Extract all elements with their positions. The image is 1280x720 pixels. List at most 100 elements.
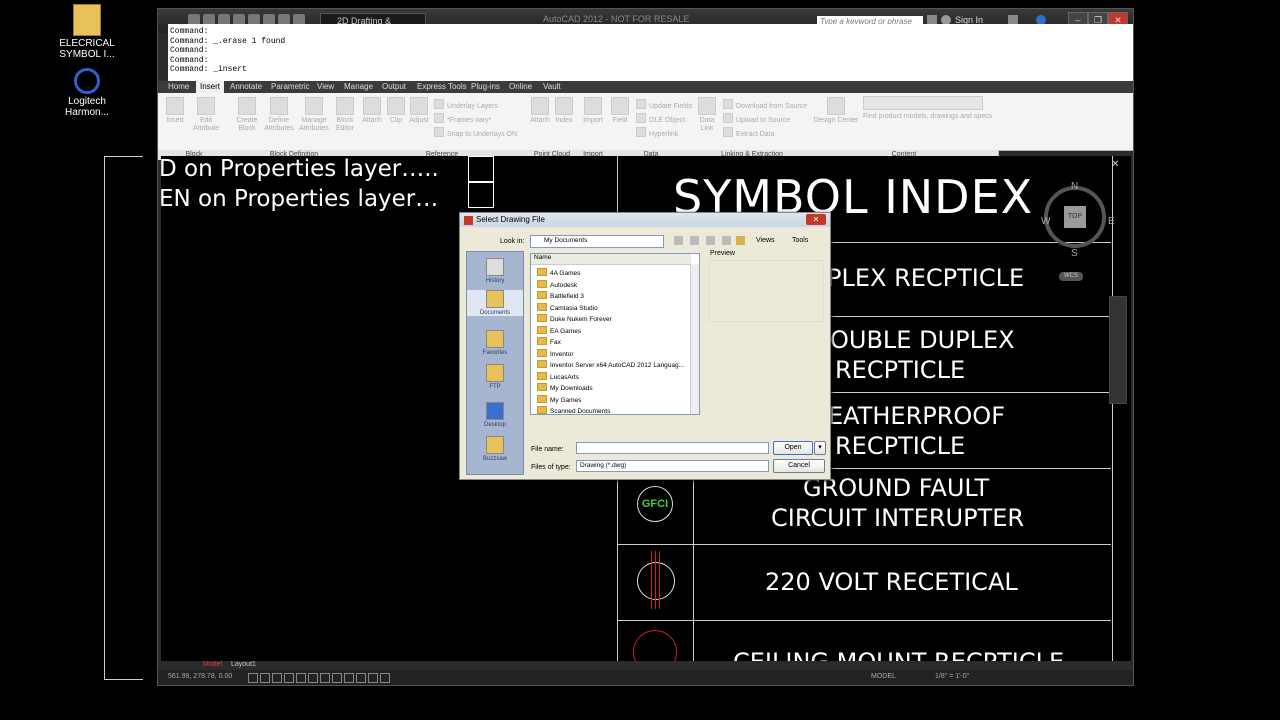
tools-menu[interactable]: Tools [792, 237, 808, 244]
file-list[interactable]: Name 4A Games Autodesk Battlefield 3 Cam… [530, 253, 700, 415]
grid-icon[interactable] [260, 673, 270, 683]
button-label: Index [555, 117, 573, 124]
name-column-header[interactable]: Name [531, 254, 691, 265]
list-item[interactable]: Fax [537, 337, 561, 346]
lwt-icon[interactable] [344, 673, 354, 683]
tab-insert[interactable]: Insert [196, 81, 225, 93]
download-source-button[interactable]: Download from Source [723, 99, 807, 110]
vertical-scrollbar[interactable] [690, 264, 699, 414]
open-options-arrow[interactable]: ▾ [814, 441, 826, 455]
list-item[interactable]: My Games [537, 395, 581, 404]
qp-icon[interactable] [368, 673, 378, 683]
viewport-close-icon[interactable]: ✕ [1111, 159, 1119, 170]
command-line[interactable]: Command: Command: _.erase 1 found Comman… [168, 24, 1133, 81]
otrack-icon[interactable] [308, 673, 318, 683]
field-button[interactable]: Field [610, 97, 630, 125]
update-fields-button[interactable]: Update Fields [636, 99, 692, 110]
place-desktop[interactable]: Desktop [467, 402, 523, 428]
list-item[interactable]: Duke Nukem Forever [537, 314, 612, 323]
back-icon[interactable] [674, 236, 683, 245]
autocad-icon [464, 216, 473, 225]
sc-icon[interactable] [380, 673, 390, 683]
list-item[interactable]: EA Games [537, 326, 581, 335]
search-web-icon[interactable] [706, 236, 715, 245]
desktop-icon-electrical-symbol[interactable]: ELECRICAL SYMBOL I... [52, 4, 122, 60]
import-button[interactable]: Import [581, 97, 605, 125]
dyn-icon[interactable] [332, 673, 342, 683]
place-favorites[interactable]: Favorites [467, 330, 523, 356]
annotation-scale[interactable]: 1/8" = 1'-0" [935, 673, 969, 680]
tab-output[interactable]: Output [382, 81, 406, 93]
place-history[interactable]: History [467, 258, 523, 284]
design-center-button[interactable]: Design Center [813, 97, 859, 125]
tab-view[interactable]: View [317, 81, 334, 93]
ortho-icon[interactable] [272, 673, 282, 683]
tab-home[interactable]: Home [168, 81, 189, 93]
cancel-button[interactable]: Cancel [773, 459, 825, 473]
list-item[interactable]: My Downloads [537, 383, 593, 392]
list-item[interactable]: LucasArts [537, 372, 579, 381]
tab-manage[interactable]: Manage [344, 81, 373, 93]
list-item[interactable]: Camtasia Studio [537, 303, 598, 312]
tpy-icon[interactable] [356, 673, 366, 683]
tab-online[interactable]: Online [509, 81, 532, 93]
insert-block-button[interactable]: Insert [164, 97, 186, 125]
navigation-bar[interactable] [1109, 296, 1127, 404]
tab-annotate[interactable]: Annotate [230, 81, 262, 93]
define-attributes-button[interactable]: Define Attributes [264, 97, 294, 133]
manage-attributes-button[interactable]: Manage Attributes [298, 97, 330, 133]
data-link-button[interactable]: Data Link [696, 97, 718, 133]
ducs-icon[interactable] [320, 673, 330, 683]
create-block-button[interactable]: Create Block [234, 97, 260, 133]
tab-vault[interactable]: Vault [543, 81, 561, 93]
block-editor-button[interactable]: Block Editor [332, 97, 358, 133]
place-buzzsaw[interactable]: Buzzsaw [467, 436, 523, 462]
tab-layout1[interactable]: Layout1 [231, 661, 256, 668]
desktop-icon-logitech-harmony[interactable]: Logitech Harmon... [52, 68, 122, 118]
snap-icon[interactable] [248, 673, 258, 683]
polar-icon[interactable] [284, 673, 294, 683]
look-in-dropdown[interactable]: My Documents [530, 235, 664, 248]
index-button[interactable]: Index [554, 97, 574, 125]
file-name-input[interactable] [576, 442, 769, 454]
list-item[interactable]: Autodesk [537, 280, 577, 289]
up-folder-icon[interactable] [690, 236, 699, 245]
ole-object-button[interactable]: OLE Object [636, 113, 685, 124]
frames-vary-dropdown[interactable]: *Frames vary* [434, 113, 491, 124]
viewcube-top[interactable]: TOP [1064, 206, 1086, 228]
tab-model[interactable]: Model [203, 661, 222, 668]
attach-button[interactable]: Attach [360, 97, 384, 125]
place-ftp[interactable]: FTP [467, 364, 523, 390]
viewcube[interactable]: TOP [1044, 186, 1106, 248]
snap-underlays-button[interactable]: Snap to Underlays ON [434, 127, 517, 138]
adjust-button[interactable]: Adjust [407, 97, 431, 125]
tab-express-tools[interactable]: Express Tools [417, 81, 467, 93]
list-item[interactable]: Inventor Server x64 AutoCAD 2012 Languag… [537, 360, 684, 369]
list-item[interactable]: 4A Games [537, 268, 580, 277]
list-item[interactable]: Scanned Documents [537, 406, 610, 414]
list-item[interactable]: Battlefield 3 [537, 291, 584, 300]
data-link-icon [698, 97, 716, 115]
look-in-label: Look in: [500, 238, 525, 245]
files-of-type-dropdown[interactable]: Drawing (*.dwg) [576, 460, 769, 472]
list-item[interactable]: Inventor [537, 349, 574, 358]
edit-attribute-button[interactable]: Edit Attribute [192, 97, 220, 133]
point-cloud-attach-button[interactable]: Attach [528, 97, 552, 125]
underlay-layers-button[interactable]: Underlay Layers [434, 99, 498, 110]
new-folder-icon[interactable] [736, 236, 745, 245]
tab-parametric[interactable]: Parametric [271, 81, 310, 93]
hyperlink-button[interactable]: Hyperlink [636, 127, 678, 138]
osnap-icon[interactable] [296, 673, 306, 683]
tab-plug-ins[interactable]: Plug-ins [471, 81, 500, 93]
dialog-close-button[interactable]: ✕ [806, 214, 826, 225]
delete-icon[interactable] [722, 236, 731, 245]
upload-source-button[interactable]: Upload to Source [723, 113, 790, 124]
wcs-menu[interactable]: WCS [1059, 272, 1083, 281]
clip-button[interactable]: Clip [386, 97, 406, 125]
extract-data-button[interactable]: Extract Data [723, 127, 775, 138]
place-documents[interactable]: Documents [467, 290, 523, 316]
content-search-input[interactable] [863, 96, 983, 110]
open-button[interactable]: Open [773, 441, 813, 455]
model-space-button[interactable]: MODEL [871, 673, 896, 680]
views-menu[interactable]: Views [756, 237, 775, 244]
